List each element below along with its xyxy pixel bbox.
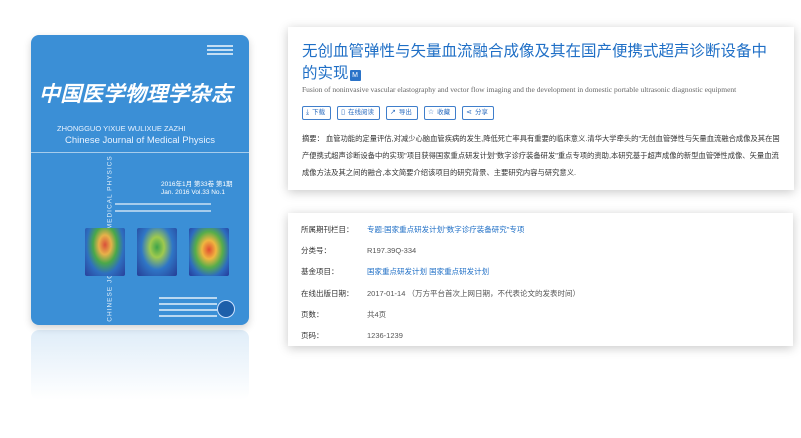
cover-english-title: Chinese Journal of Medical Physics — [65, 135, 215, 146]
cover-publisher — [159, 297, 217, 321]
meta-label: 页码： — [301, 331, 324, 340]
read-online-label: 在线阅读 — [347, 109, 374, 116]
cover-thermal-image — [137, 228, 177, 276]
journal-cover[interactable]: 中国医学物理学杂志 ZHONGGUO YIXUE WULIXUE ZAZHI C… — [31, 35, 249, 325]
abstract: 摘要： 血管功能的定量评估,对减少心脑血管疾病的发生,降低死亡率具有重要的临床意… — [302, 130, 786, 181]
issn-block — [207, 45, 233, 59]
read-online-button[interactable]: ▯ 在线阅读 — [337, 106, 380, 120]
page-count-value: 共4页 — [367, 310, 387, 319]
action-toolbar: ⤓ 下载 ▯ 在线阅读 ↗ 导出 ☆ 收藏 ⋖ 分享 — [302, 106, 494, 120]
meta-label: 在线出版日期： — [301, 289, 354, 298]
meta-row-pages: 页码： 1236-1239 — [301, 327, 403, 344]
article-title-english: Fusion of noninvasive vascular elastogra… — [302, 85, 737, 94]
book-icon: ▯ — [341, 109, 345, 116]
meta-label: 所属期刊栏目： — [301, 225, 354, 234]
article-title-text[interactable]: 无创血管弹性与矢量血流融合成像及其在国产便携式超声诊断设备中的实现 — [302, 43, 767, 82]
cover-reflection — [31, 330, 249, 400]
meta-row-page-count: 页数： 共4页 — [301, 306, 386, 323]
share-label: 分享 — [475, 109, 488, 116]
article-title[interactable]: 无创血管弹性与矢量血流融合成像及其在国产便携式超声诊断设备中的实现 M — [302, 41, 774, 85]
abstract-text: 血管功能的定量评估,对减少心脑血管疾病的发生,降低死亡率具有重要的临床意义.清华… — [302, 134, 780, 177]
cover-journal-title: 中国医学物理学杂志 — [39, 81, 233, 106]
share-icon: ⋖ — [466, 109, 472, 116]
export-label: 导出 — [398, 109, 412, 116]
meta-row-classification: 分类号： R197.39Q-334 — [301, 242, 416, 259]
meta-row-funding: 基金项目： 国家重点研发计划 国家重点研发计划 — [301, 263, 489, 280]
cover-pinyin-title: ZHONGGUO YIXUE WULIXUE ZAZHI — [57, 124, 186, 133]
favorite-button[interactable]: ☆ 收藏 — [423, 106, 457, 120]
column-link[interactable]: 专题:国家重点研发计划"数字诊疗装备研究"专项 — [367, 224, 524, 235]
meta-label: 页数： — [301, 310, 324, 319]
download-label: 下载 — [312, 109, 326, 116]
abstract-label: 摘要： — [302, 134, 324, 143]
meta-label: 分类号： — [301, 246, 331, 255]
meta-label: 基金项目： — [301, 267, 339, 276]
media-badge-icon: M — [349, 70, 361, 81]
article-summary-card: 无创血管弹性与矢量血流融合成像及其在国产便携式超声诊断设备中的实现 M Fusio… — [288, 27, 794, 190]
cover-thermal-image — [189, 228, 229, 276]
article-metadata-card: 所属期刊栏目： 专题:国家重点研发计划"数字诊疗装备研究"专项 分类号： R19… — [288, 213, 793, 346]
cover-issue-info: 2016年1月 第33卷 第1期 Jan. 2016 Vol.33 No.1 — [161, 181, 241, 197]
download-button[interactable]: ⤓ 下载 — [302, 106, 332, 120]
cover-issue-en: Jan. 2016 Vol.33 No.1 — [161, 189, 225, 196]
export-button[interactable]: ↗ 导出 — [385, 106, 418, 120]
meta-row-online-date: 在线出版日期： 2017-01-14 （万方平台首次上网日期，不代表论文的发表时… — [301, 285, 580, 302]
publisher-logo-icon — [217, 300, 235, 318]
online-date-value: 2017-01-14 （万方平台首次上网日期，不代表论文的发表时间） — [367, 289, 580, 298]
cover-issue-cn: 2016年1月 第33卷 第1期 — [161, 181, 233, 188]
favorite-label: 收藏 — [437, 109, 451, 116]
cover-thermal-image — [85, 228, 125, 276]
export-icon: ↗ — [389, 109, 396, 116]
star-icon: ☆ — [427, 109, 435, 116]
share-button[interactable]: ⋖ 分享 — [462, 106, 494, 120]
funding-link[interactable]: 国家重点研发计划 国家重点研发计划 — [367, 266, 489, 277]
pages-value: 1236-1239 — [367, 331, 403, 340]
download-icon: ⤓ — [306, 109, 310, 116]
meta-row-column: 所属期刊栏目： 专题:国家重点研发计划"数字诊疗装备研究"专项 — [301, 221, 524, 238]
classification-value: R197.39Q-334 — [367, 246, 417, 255]
cover-contents-lines — [115, 203, 211, 217]
cover-divider — [31, 152, 249, 153]
